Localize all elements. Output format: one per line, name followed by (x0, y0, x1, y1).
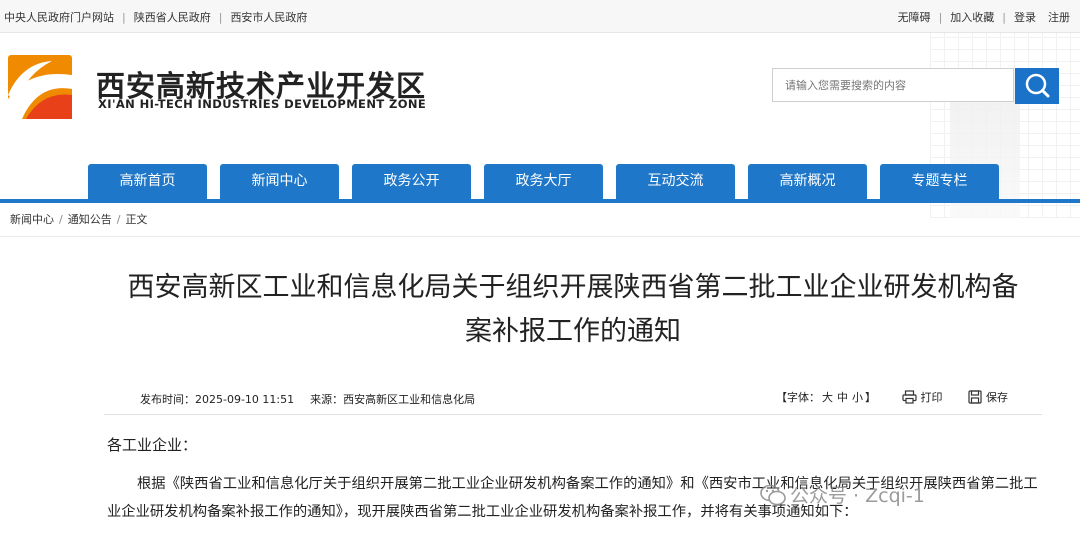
nav-interaction[interactable]: 互动交流 (616, 164, 735, 199)
breadcrumb-divider (0, 236, 1080, 237)
register-link[interactable]: 注册 (1048, 11, 1070, 24)
search-box (772, 68, 1059, 104)
search-input[interactable] (772, 68, 1014, 102)
font-size-large[interactable]: 大 (822, 391, 833, 404)
article-meta: 发布时间：2025-09-10 11:51 来源：西安高新区工业和信息化局 (140, 391, 475, 407)
separator: | (122, 11, 126, 24)
nav-underline (0, 199, 1080, 203)
print-button[interactable]: 打印 (901, 389, 943, 405)
meta-divider (104, 414, 1042, 415)
gov-link-central[interactable]: 中央人民政府门户网站 (4, 11, 114, 24)
font-size-end: 】 (865, 391, 876, 404)
site-logo-icon[interactable] (8, 55, 72, 119)
save-button[interactable]: 保存 (968, 389, 1008, 405)
breadcrumb-notices[interactable]: 通知公告 (68, 213, 112, 226)
article-greeting: 各工业企业： (107, 436, 198, 454)
save-label: 保存 (986, 391, 1008, 404)
breadcrumb-current: 正文 (125, 213, 148, 226)
source-label: 来源： (310, 393, 344, 406)
main-nav: 高新首页 新闻中心 政务公开 政务大厅 互动交流 高新概况 专题专栏 (88, 164, 1012, 199)
watermark-text: 公众号 · Zcqi-1 (790, 485, 925, 507)
font-size-label: 【字体： (776, 391, 820, 404)
font-size-small[interactable]: 小 (852, 391, 863, 404)
printer-icon (901, 390, 917, 404)
add-favorite-link[interactable]: 加入收藏 (950, 11, 994, 24)
separator: | (1002, 11, 1006, 24)
gov-link-shaanxi[interactable]: 陕西省人民政府 (134, 11, 211, 24)
search-icon (1025, 73, 1050, 98)
user-links: 无障碍 | 加入收藏 | 登录 注册 (898, 9, 1070, 25)
article-title: 西安高新区工业和信息化局关于组织开展陕西省第二批工业企业研发机构备 案补报工作的… (100, 266, 1046, 354)
article-title-line-2: 案补报工作的通知 (465, 316, 681, 347)
nav-special-topics[interactable]: 专题专栏 (880, 164, 999, 199)
save-icon (968, 390, 982, 404)
login-link[interactable]: 登录 (1014, 11, 1036, 24)
separator: | (218, 11, 223, 24)
article-title-line-1: 西安高新区工业和信息化局关于组织开展陕西省第二批工业企业研发机构备 (127, 272, 1019, 303)
breadcrumb: 新闻中心 / 通知公告 / 正文 (10, 213, 148, 226)
print-label: 打印 (920, 391, 943, 404)
separator: | (938, 11, 943, 24)
site-name-english: XI'AN HI-TECH INDUSTRIES DEVELOPMENT ZON… (98, 97, 427, 111)
gov-link-xian[interactable]: 西安市人民政府 (230, 11, 307, 24)
source-value: 西安高新区工业和信息化局 (343, 393, 476, 406)
watermark: 公众号 · Zcqi-1 (760, 481, 925, 508)
nav-service-hall[interactable]: 政务大厅 (484, 164, 603, 199)
gov-links: 中央人民政府门户网站 | 陕西省人民政府 | 西安市人民政府 (4, 9, 307, 25)
site-header: 西安高新技术产业开发区 XI'AN HI-TECH INDUSTRIES DEV… (0, 33, 1080, 218)
publish-label: 发布时间： (140, 393, 195, 406)
breadcrumb-news-center[interactable]: 新闻中心 (10, 213, 54, 226)
font-size-medium[interactable]: 中 (837, 391, 848, 404)
nav-news-center[interactable]: 新闻中心 (220, 164, 339, 199)
wechat-icon (760, 484, 786, 506)
top-bar: 中央人民政府门户网站 | 陕西省人民政府 | 西安市人民政府 无障碍 | 加入收藏 | 登录 注册 (0, 0, 1080, 33)
nav-government-affairs[interactable]: 政务公开 (352, 164, 471, 199)
accessibility-link[interactable]: 无障碍 (898, 11, 931, 24)
publish-time: 2025-09-10 11:51 (195, 393, 295, 406)
search-button[interactable] (1015, 68, 1059, 104)
nav-home[interactable]: 高新首页 (88, 164, 207, 199)
nav-overview[interactable]: 高新概况 (748, 164, 867, 199)
article-tools: 【字体：大中小】 打印 保存 (776, 389, 1008, 405)
